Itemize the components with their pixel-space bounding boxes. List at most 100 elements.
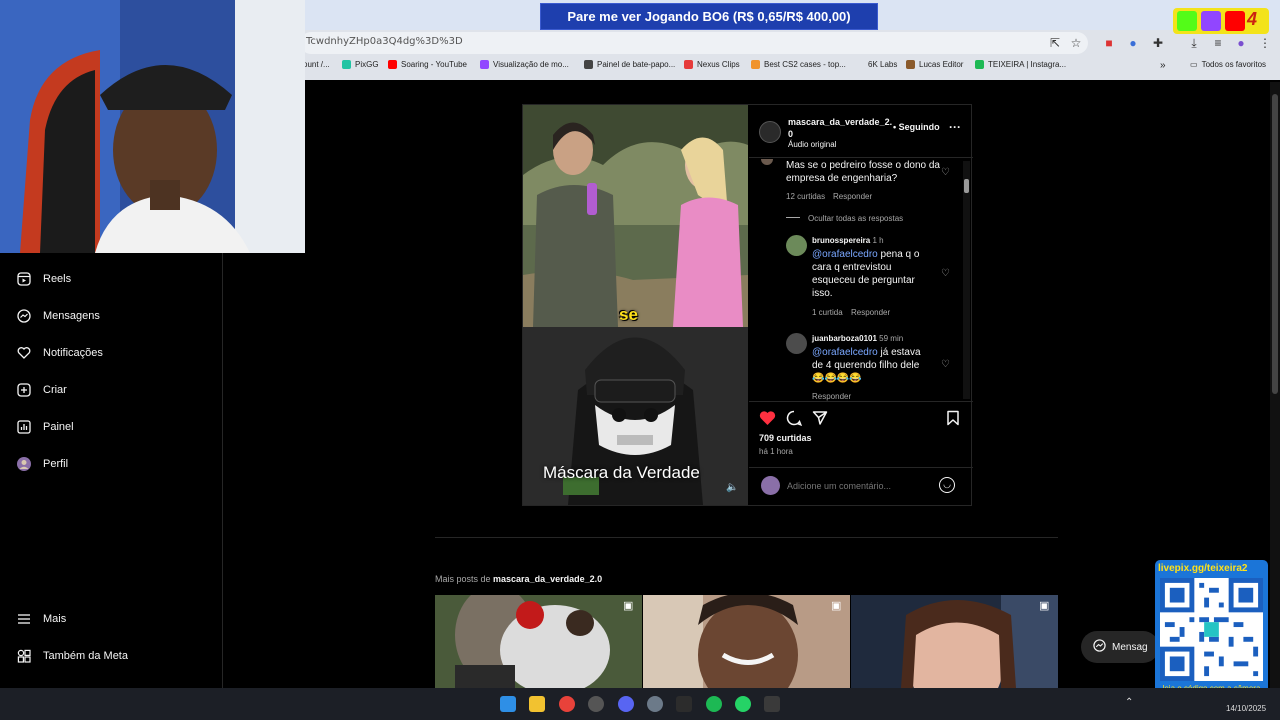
- app-icon[interactable]: [764, 696, 780, 712]
- youtube-icon: [1225, 11, 1245, 31]
- sidebar-item-mais[interactable]: Mais: [17, 612, 66, 626]
- more-options-icon[interactable]: ···: [949, 120, 961, 134]
- folder-icon: ▭: [1190, 60, 1198, 69]
- qr-pattern: [1160, 578, 1263, 681]
- reply-time: 59 min: [879, 334, 904, 343]
- mention-link: @orafaelcedro: [812, 249, 878, 260]
- bookmark-label: Todos os favoritos: [1201, 60, 1267, 69]
- comment-icon[interactable]: [786, 410, 803, 431]
- heart-icon: [17, 346, 31, 360]
- discord-icon[interactable]: [618, 696, 634, 712]
- more-posts-heading: Mais posts de mascara_da_verdade_2.0: [435, 574, 603, 584]
- bookmark-label: ount /...: [303, 60, 330, 69]
- tray-chevron-icon[interactable]: ⌃: [1125, 697, 1133, 708]
- bookmark-item[interactable]: Soaring - YouTube: [388, 60, 467, 69]
- reply-reply-button[interactable]: Responder: [851, 308, 890, 317]
- whatsapp-icon[interactable]: [735, 696, 751, 712]
- all-bookmarks-button[interactable]: ▭ Todos os favoritos: [1190, 60, 1266, 69]
- sidebar-item-reels[interactable]: Reels: [17, 272, 71, 286]
- post-thumbnail[interactable]: ▣: [643, 595, 850, 688]
- reply-likes[interactable]: 1 curtida: [812, 308, 843, 317]
- bookmark-item[interactable]: Visualização de mo...: [480, 60, 569, 69]
- hide-replies-button[interactable]: Ocultar todas as respostas: [808, 214, 903, 223]
- sidebar-item-meta[interactable]: Também da Meta: [17, 649, 128, 663]
- bookmark-star-icon[interactable]: ☆: [1068, 35, 1084, 51]
- windows-taskbar: ⌃ 14/10/2025: [0, 688, 1280, 720]
- comment-like-icon[interactable]: ♡: [941, 268, 950, 279]
- livepix-qr-overlay: livepix.gg/teixeira2 leia o código com a…: [1155, 560, 1268, 708]
- reply-avatar[interactable]: [786, 333, 807, 354]
- page-scrollbar[interactable]: [1270, 82, 1280, 688]
- volume-icon[interactable]: 🔈: [726, 482, 738, 493]
- sidebar-item-perfil[interactable]: Perfil: [17, 457, 68, 471]
- media-control-icon[interactable]: ≡: [1210, 35, 1226, 51]
- hamburger-icon: [17, 612, 31, 626]
- comment-like-icon[interactable]: ♡: [941, 359, 950, 370]
- download-icon[interactable]: ⤓: [1186, 35, 1202, 51]
- profile-avatar[interactable]: ●: [1233, 35, 1249, 51]
- install-app-icon[interactable]: ⇱: [1047, 35, 1063, 51]
- menu-kebab-icon[interactable]: ⋮: [1257, 35, 1273, 51]
- settings-icon[interactable]: [647, 696, 663, 712]
- save-bookmark-icon[interactable]: [946, 410, 960, 431]
- reply-avatar[interactable]: [786, 235, 807, 256]
- likes-count[interactable]: 709 curtidas: [759, 433, 812, 443]
- spotify-icon[interactable]: [706, 696, 722, 712]
- bookmark-favicon-icon: [684, 60, 693, 69]
- share-icon[interactable]: [812, 410, 828, 431]
- address-bar[interactable]: TcwdnhyZHp0a3Q4dg%3D%3D: [300, 32, 1088, 54]
- like-heart-icon[interactable]: [759, 410, 776, 431]
- post-thumbnail[interactable]: ▣: [435, 595, 642, 688]
- divider: [786, 217, 800, 218]
- bookmark-item[interactable]: Best CS2 cases - top...: [751, 60, 846, 69]
- commenter-avatar: [761, 159, 773, 165]
- comment-like-icon[interactable]: ♡: [941, 167, 950, 178]
- following-button[interactable]: • Seguindo: [893, 122, 940, 132]
- bookmark-item[interactable]: PixGG: [342, 60, 379, 69]
- bookmark-item[interactable]: ount /...: [303, 60, 330, 69]
- comment-likes[interactable]: 12 curtidas: [786, 192, 825, 201]
- file-explorer-icon[interactable]: [529, 696, 545, 712]
- app-icon[interactable]: [588, 696, 604, 712]
- bookmark-item[interactable]: 6K Labs: [868, 60, 897, 69]
- bookmark-item[interactable]: Nexus Clips: [684, 60, 740, 69]
- author-username[interactable]: mascara_da_verdade_2. 0: [788, 116, 892, 140]
- sidebar-item-criar[interactable]: Criar: [17, 383, 67, 397]
- sidebar-item-mensagens[interactable]: Mensagens: [17, 309, 100, 323]
- bookmark-label: Nexus Clips: [697, 60, 740, 69]
- bookmark-label: Painel de bate-papo...: [597, 60, 676, 69]
- post-time: há 1 hora: [759, 447, 793, 456]
- comment-input[interactable]: [787, 478, 932, 494]
- sidebar-item-label: Mais: [43, 613, 67, 625]
- extension-icon[interactable]: ■: [1101, 35, 1117, 51]
- sidebar-item-label: Notificações: [43, 347, 103, 359]
- bookmarks-overflow-icon[interactable]: »: [1160, 60, 1166, 71]
- start-icon[interactable]: [500, 696, 516, 712]
- extensions-puzzle-icon[interactable]: ✚: [1150, 35, 1166, 51]
- sidebar-item-label: Mensagens: [43, 310, 100, 322]
- post-card: se Máscara da Verdade 🔈 mascara_da_verda…: [522, 104, 973, 506]
- bookmark-favicon-icon: [584, 60, 593, 69]
- comment-text: Mas se o pedreiro fosse o dono da empres…: [786, 160, 940, 184]
- reply-reply-button[interactable]: Responder: [812, 392, 851, 401]
- audio-app-icon[interactable]: [676, 696, 692, 712]
- audio-label[interactable]: Áudio original: [788, 140, 836, 149]
- messages-floating-button[interactable]: Mensag: [1081, 631, 1159, 663]
- divider: [749, 401, 973, 402]
- bookmark-item[interactable]: Lucas Editor: [906, 60, 963, 69]
- kick-icon: [1177, 11, 1197, 31]
- comments-scrollbar[interactable]: [963, 161, 970, 399]
- sidebar-item-notificacoes[interactable]: Notificações: [17, 346, 103, 360]
- bookmark-item[interactable]: TEIXEIRA | Instagra...: [975, 60, 1066, 69]
- messenger-icon: [17, 309, 31, 323]
- chrome-icon[interactable]: [559, 696, 575, 712]
- reply-time: 1 h: [872, 236, 884, 245]
- reel-video[interactable]: se Máscara da Verdade 🔈: [523, 105, 748, 505]
- comment-reply-button[interactable]: Responder: [833, 192, 872, 201]
- extension-icon[interactable]: ●: [1125, 35, 1141, 51]
- sidebar-item-painel[interactable]: Painel: [17, 420, 74, 434]
- bookmark-item[interactable]: Painel de bate-papo...: [584, 60, 675, 69]
- emoji-icon[interactable]: ◡: [939, 477, 955, 493]
- author-avatar[interactable]: [759, 121, 781, 143]
- post-thumbnail[interactable]: ▣: [851, 595, 1058, 688]
